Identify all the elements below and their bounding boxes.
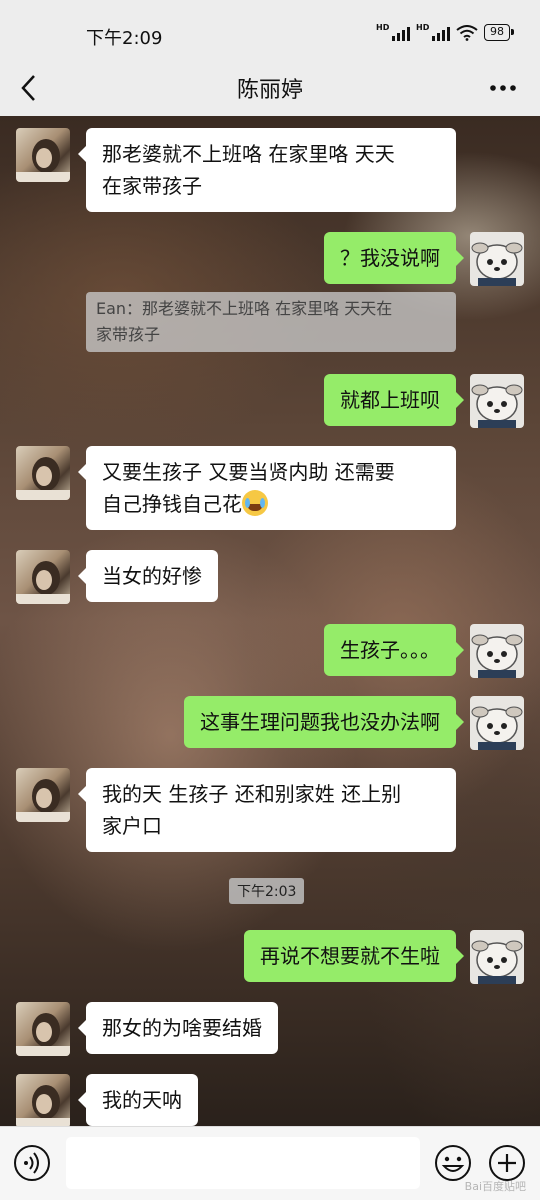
user-avatar[interactable] xyxy=(470,696,524,750)
user-avatar[interactable] xyxy=(470,374,524,428)
status-time: 下午2:09 xyxy=(86,28,163,49)
message-bubble-outgoing[interactable]: ？我没说啊 xyxy=(324,232,464,284)
chat-title: 陈丽婷 xyxy=(236,78,303,103)
joy-tears-emoji-icon xyxy=(242,490,268,516)
signal-icon-2: HD xyxy=(416,23,450,41)
signal-icon: HD xyxy=(376,23,410,41)
message-bubble-incoming[interactable]: 我的天 生孩子 还和别家姓 还上别 家户口 xyxy=(78,768,456,852)
wifi-icon xyxy=(456,24,478,41)
message-bubble-incoming[interactable]: 又要生孩子 又要当贤内助 还需要 自己挣钱自己花 xyxy=(78,446,456,530)
message-bubble-incoming[interactable]: 我的天呐 xyxy=(78,1074,198,1126)
message-input[interactable] xyxy=(66,1137,420,1189)
battery-icon: 98 xyxy=(484,24,514,41)
plus-icon[interactable] xyxy=(487,1143,527,1183)
status-bar: 下午2:09 HD HD 98 xyxy=(0,0,540,66)
chat-header: 陈丽婷 xyxy=(0,60,540,116)
chat-message-list[interactable]: 那老婆就不上班咯 在家里咯 天天 在家带孩子 ？我没说啊 Ean：那老婆就不上班… xyxy=(0,116,540,1126)
voice-input-icon[interactable] xyxy=(12,1143,52,1183)
watermark: Bai百度贴吧 xyxy=(464,1180,526,1193)
message-bubble-outgoing[interactable]: 这事生理问题我也没办法啊 xyxy=(184,696,464,748)
contact-avatar[interactable] xyxy=(16,1002,70,1056)
contact-avatar[interactable] xyxy=(16,550,70,604)
user-avatar[interactable] xyxy=(470,930,524,984)
message-bubble-outgoing[interactable]: 再说不想要就不生啦 xyxy=(244,930,464,982)
user-avatar[interactable] xyxy=(470,624,524,678)
message-bubble-incoming[interactable]: 那女的为啥要结婚 xyxy=(78,1002,278,1054)
contact-avatar[interactable] xyxy=(16,128,70,182)
message-bubble-outgoing[interactable]: 生孩子。。。 xyxy=(324,624,464,676)
quoted-message[interactable]: Ean：那老婆就不上班咯 在家里咯 天天在 家带孩子 xyxy=(86,292,456,352)
message-bubble-incoming[interactable]: 那老婆就不上班咯 在家里咯 天天 在家带孩子 xyxy=(78,128,456,212)
status-icons: HD HD 98 xyxy=(376,23,514,41)
contact-avatar[interactable] xyxy=(16,768,70,822)
contact-avatar[interactable] xyxy=(16,446,70,500)
contact-avatar[interactable] xyxy=(16,1074,70,1126)
emoji-icon[interactable] xyxy=(433,1143,473,1183)
message-timestamp: 下午2:03 xyxy=(229,878,305,904)
message-bubble-outgoing[interactable]: 就都上班呗 xyxy=(324,374,464,426)
more-options-icon[interactable] xyxy=(488,74,518,102)
message-bubble-incoming[interactable]: 当女的好惨 xyxy=(78,550,218,602)
input-bar: Bai百度贴吧 xyxy=(0,1126,540,1200)
user-avatar[interactable] xyxy=(470,232,524,286)
